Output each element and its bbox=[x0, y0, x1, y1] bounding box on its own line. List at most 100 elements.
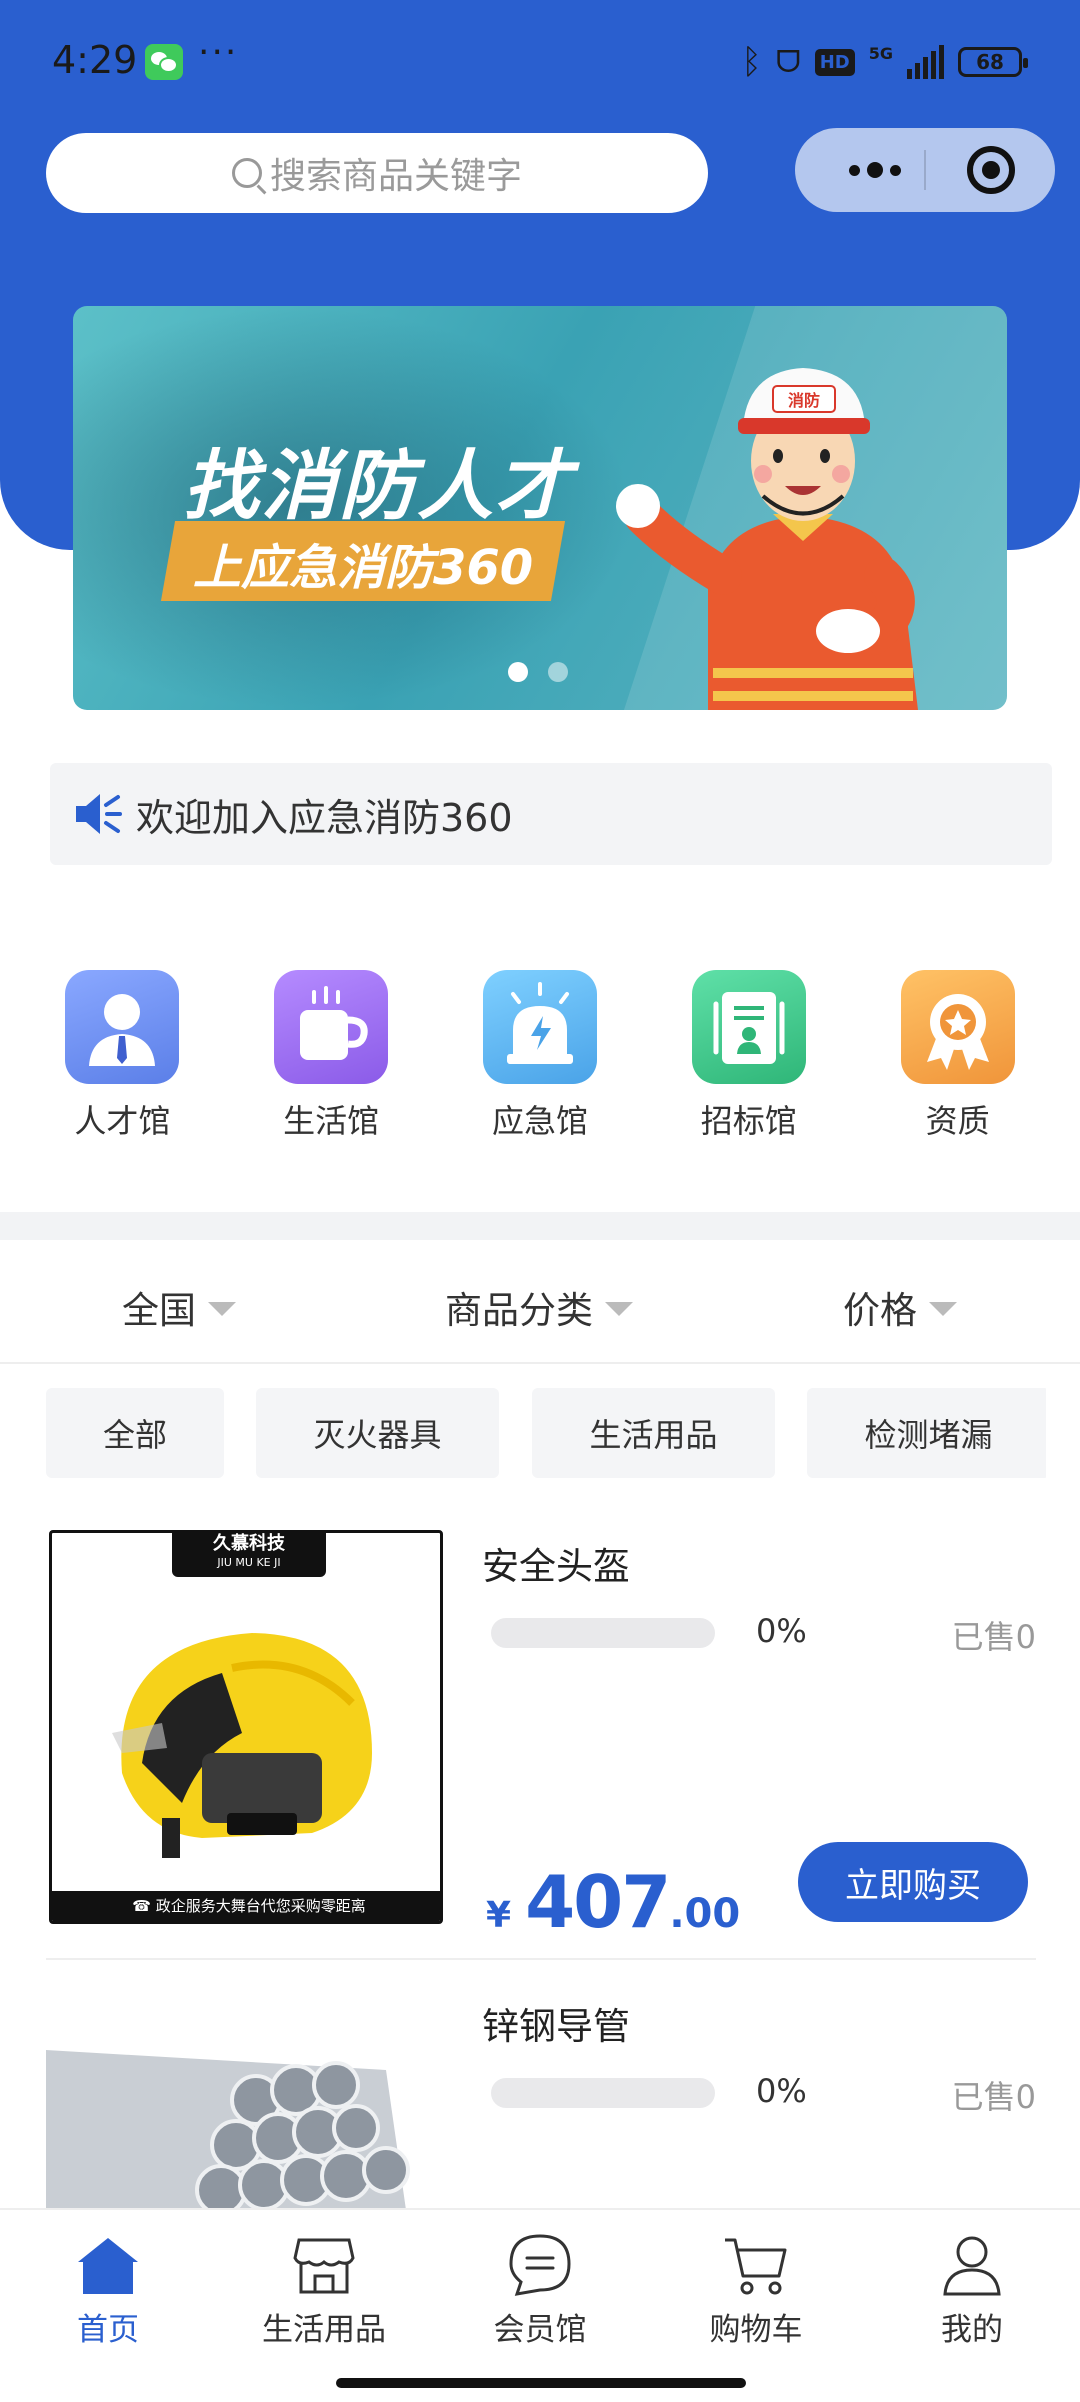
home-indicator bbox=[336, 2378, 746, 2388]
filter-price-label: 价格 bbox=[843, 1289, 917, 1332]
category-emergency[interactable]: 应急馆 bbox=[455, 970, 625, 1142]
search-placeholder: 搜索商品关键字 bbox=[269, 156, 522, 197]
home-icon bbox=[78, 2238, 138, 2294]
status-time: 4:29 bbox=[52, 38, 138, 82]
tab-cart[interactable]: 购物车 bbox=[648, 2210, 864, 2362]
tab-label: 会员馆 bbox=[493, 2312, 587, 2348]
search-bar[interactable]: 搜索商品关键字 bbox=[46, 133, 708, 213]
firefighter-cartoon-icon: 消防 bbox=[616, 368, 918, 710]
network-type: 5G bbox=[868, 44, 893, 63]
sold-count: 已售0 bbox=[951, 2078, 1036, 2116]
category-bidding[interactable]: 招标馆 bbox=[664, 970, 834, 1142]
category-label: 人才馆 bbox=[74, 1102, 171, 1140]
status-more-dots: ··· bbox=[198, 32, 239, 73]
banner-indicator-dot[interactable] bbox=[508, 662, 528, 682]
tab-daily-goods[interactable]: 生活用品 bbox=[216, 2210, 432, 2362]
person-icon bbox=[65, 970, 180, 1084]
caret-down-icon bbox=[929, 1302, 957, 1316]
filter-category-label: 商品分类 bbox=[445, 1289, 593, 1332]
product-image[interactable] bbox=[46, 1990, 446, 2210]
tab-label: 生活用品 bbox=[262, 2312, 386, 2348]
category-qualification[interactable]: 资质 bbox=[873, 970, 1043, 1142]
filter-category[interactable]: 商品分类 bbox=[445, 1280, 633, 1334]
tab-home[interactable]: 首页 bbox=[0, 2210, 216, 2362]
wechat-icon bbox=[145, 44, 183, 80]
product-card[interactable]: 锌钢导管 0% 已售0 bbox=[46, 1990, 1036, 2210]
price-currency: ¥ bbox=[486, 1895, 512, 1936]
search-icon bbox=[231, 158, 262, 188]
bluetooth-icon: ᛒ bbox=[741, 42, 762, 82]
document-icon bbox=[691, 970, 806, 1084]
sales-progress-label: 0% bbox=[756, 1612, 807, 1650]
chip-detection[interactable]: 检测堵漏 bbox=[807, 1388, 1046, 1478]
filter-region-label: 全国 bbox=[122, 1289, 196, 1332]
category-label: 生活馆 bbox=[283, 1102, 380, 1140]
capsule-divider bbox=[924, 150, 926, 190]
banner-carousel[interactable]: 找消防人才 上应急消防360 消防 bbox=[73, 306, 1007, 710]
sales-progress-bar bbox=[491, 1618, 715, 1648]
status-bar: 4:29 ··· ᛒ ᗜ HD 5G 68 bbox=[0, 30, 1080, 100]
chip-fire-extinguisher[interactable]: 灭火器具 bbox=[256, 1388, 499, 1478]
tab-member[interactable]: 会员馆 bbox=[432, 2210, 648, 2362]
category-label: 应急馆 bbox=[491, 1102, 588, 1140]
price-integer: 407 bbox=[525, 1860, 671, 1944]
sales-progress-bar bbox=[491, 2078, 715, 2108]
image-brand-pinyin: JIU MU KE JI bbox=[217, 1556, 281, 1569]
chip-all[interactable]: 全部 bbox=[46, 1388, 224, 1478]
product-divider bbox=[46, 1958, 1036, 1960]
tab-mine[interactable]: 我的 bbox=[864, 2210, 1080, 2362]
product-price: ¥ 407 .00 bbox=[486, 1860, 740, 1944]
category-life[interactable]: 生活馆 bbox=[246, 970, 416, 1142]
category-chips: 全部 灭火器具 生活用品 检测堵漏 bbox=[46, 1388, 1046, 1478]
tab-label: 我的 bbox=[941, 2312, 1003, 2348]
speaker-icon bbox=[76, 794, 122, 834]
product-card[interactable]: 久慕科技 JIU MU KE JI ☎ 政企服务大舞台代您采购零距离 安全头盔 … bbox=[46, 1530, 1036, 1962]
helmet-text: 消防 bbox=[788, 391, 820, 410]
helmet-icon bbox=[112, 1633, 372, 1858]
chat-bubble-icon bbox=[509, 2234, 571, 2296]
battery-icon: 68 bbox=[958, 47, 1028, 77]
product-name: 锌钢导管 bbox=[482, 2005, 630, 2048]
cup-icon bbox=[274, 970, 389, 1084]
miniprogram-capsule bbox=[795, 128, 1055, 212]
earbuds-icon: ᗜ bbox=[775, 44, 801, 80]
price-decimal: .00 bbox=[669, 1891, 741, 1937]
banner-subtitle: 上应急消防360 bbox=[193, 540, 534, 596]
steel-pipes-icon bbox=[46, 2050, 410, 2210]
cart-icon bbox=[725, 2238, 787, 2295]
image-brand: 久慕科技 bbox=[213, 1533, 285, 1554]
notice-bar[interactable]: 欢迎加入应急消防360 bbox=[50, 763, 1052, 865]
status-right-icons: ᛒ ᗜ HD 5G 68 bbox=[741, 42, 1028, 82]
buy-now-button[interactable]: 立即购买 bbox=[798, 1842, 1028, 1922]
category-talent[interactable]: 人才馆 bbox=[37, 970, 207, 1142]
banner-title: 找消防人才 bbox=[183, 441, 573, 530]
more-button[interactable] bbox=[825, 128, 925, 212]
filter-price[interactable]: 价格 bbox=[843, 1280, 957, 1334]
hd-badge: HD bbox=[814, 48, 855, 76]
banner-indicator-dot[interactable] bbox=[548, 662, 568, 682]
tab-label: 购物车 bbox=[709, 2312, 803, 2348]
caret-down-icon bbox=[208, 1302, 236, 1316]
tab-label: 首页 bbox=[77, 2312, 139, 2348]
more-dot-icon bbox=[890, 164, 901, 176]
filter-bar: 全国 商品分类 价格 bbox=[0, 1240, 1080, 1364]
shop-icon bbox=[293, 2238, 355, 2294]
bottom-tab-bar: 首页 生活用品 会员馆 购物车 我的 bbox=[0, 2208, 1080, 2362]
close-miniprogram-icon[interactable] bbox=[967, 146, 1015, 194]
caret-down-icon bbox=[605, 1302, 633, 1316]
notice-text: 欢迎加入应急消防360 bbox=[136, 795, 513, 840]
signal-icon bbox=[907, 45, 944, 79]
category-label: 招标馆 bbox=[700, 1102, 797, 1140]
product-name: 安全头盔 bbox=[482, 1545, 630, 1588]
chip-daily-goods[interactable]: 生活用品 bbox=[532, 1388, 775, 1478]
filter-region[interactable]: 全国 bbox=[122, 1280, 236, 1334]
image-footer: ☎ 政企服务大舞台代您采购零距离 bbox=[52, 1891, 440, 1921]
category-grid: 人才馆 生活馆 应急馆 招标馆 资质 bbox=[0, 970, 1080, 1142]
more-dot-icon bbox=[849, 164, 860, 176]
section-gap bbox=[0, 1212, 1080, 1240]
alarm-light-icon bbox=[482, 970, 597, 1084]
product-image[interactable]: 久慕科技 JIU MU KE JI ☎ 政企服务大舞台代您采购零距离 bbox=[49, 1530, 443, 1924]
sold-count: 已售0 bbox=[951, 1618, 1036, 1656]
category-label: 资质 bbox=[925, 1102, 990, 1140]
user-icon bbox=[943, 2236, 1001, 2296]
